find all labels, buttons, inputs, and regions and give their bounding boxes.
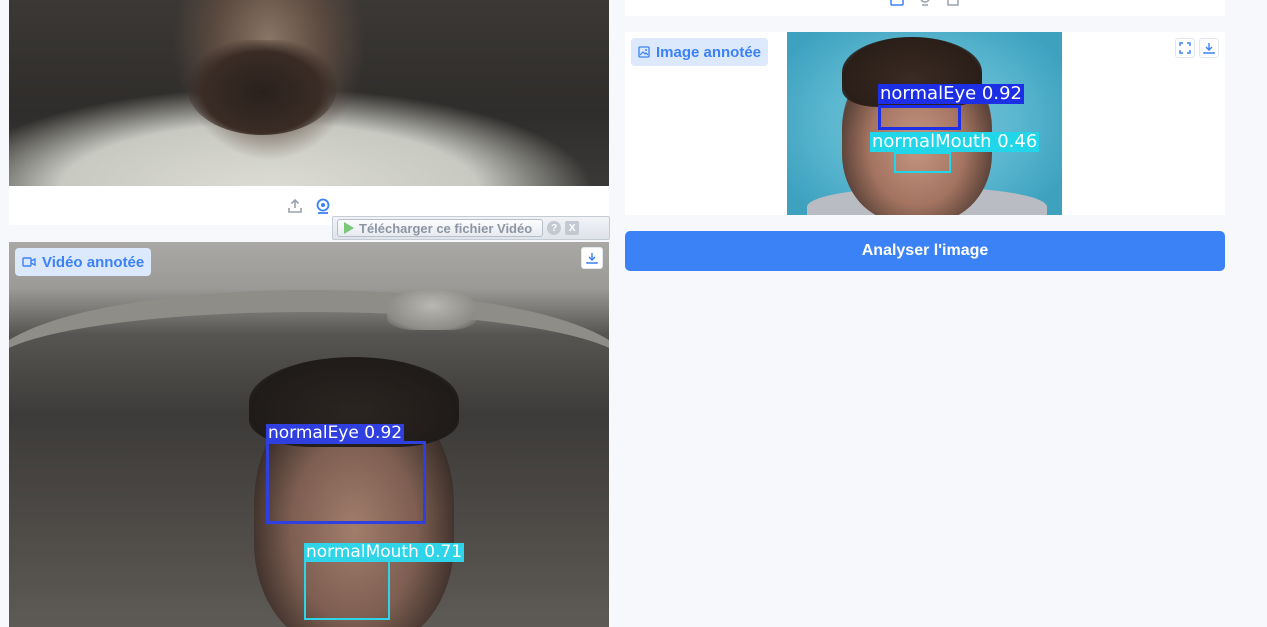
close-icon[interactable]: X <box>565 221 580 235</box>
download-video-button[interactable]: Télécharger ce fichier Vidéo <box>337 219 544 237</box>
detection-label-eye: normalEye 0.92 <box>266 423 405 443</box>
detection-box-eye <box>878 105 961 130</box>
image-toolbar <box>1175 38 1219 58</box>
play-icon <box>344 222 354 234</box>
webcam-video[interactable] <box>9 0 609 186</box>
annotated-video-panel: normalEye 0.92 normalMouth 0.71 Vidéo an… <box>9 242 609 627</box>
annotated-image-label: Image annotée <box>656 43 762 61</box>
detection-label-mouth: normalMouth 0.71 <box>304 542 465 562</box>
webcam-source-icon[interactable] <box>918 0 932 6</box>
fullscreen-icon[interactable] <box>1175 38 1195 58</box>
download-bar: Télécharger ce fichier Vidéo ? X <box>332 216 610 240</box>
download-image-icon[interactable] <box>1199 38 1219 58</box>
clipboard-source-icon[interactable] <box>946 0 960 6</box>
annotated-video[interactable]: normalEye 0.92 normalMouth 0.71 <box>9 242 609 627</box>
analyze-image-button[interactable]: Analyser l'image <box>625 231 1225 271</box>
annotated-image-panel: normalEye 0.92 normalMouth 0.46 Image an… <box>625 32 1225 215</box>
annotated-image-tag: Image annotée <box>631 38 769 66</box>
image-icon <box>638 46 650 58</box>
webcam-icon[interactable] <box>315 198 331 214</box>
detection-label-mouth: normalMouth 0.46 <box>870 131 1040 152</box>
webcam-panel <box>9 0 609 225</box>
video-icon <box>22 257 36 267</box>
detection-box-eye <box>266 441 426 524</box>
input-image-panel <box>625 0 1225 16</box>
upload-source-icon[interactable] <box>890 0 904 6</box>
detection-box-mouth <box>894 152 951 173</box>
upload-icon[interactable] <box>287 198 303 214</box>
person-face <box>187 40 337 135</box>
sofa-carving <box>387 290 477 330</box>
download-video-icon[interactable] <box>581 247 603 269</box>
annotated-video-tag: Vidéo annotée <box>15 248 152 276</box>
annotated-image[interactable]: normalEye 0.92 normalMouth 0.46 <box>787 32 1062 215</box>
detection-box-mouth <box>304 560 390 620</box>
download-video-label: Télécharger ce fichier Vidéo <box>359 220 533 236</box>
help-icon[interactable]: ? <box>547 221 562 235</box>
annotated-video-label: Vidéo annotée <box>42 253 145 271</box>
detection-label-eye: normalEye 0.92 <box>878 83 1024 104</box>
